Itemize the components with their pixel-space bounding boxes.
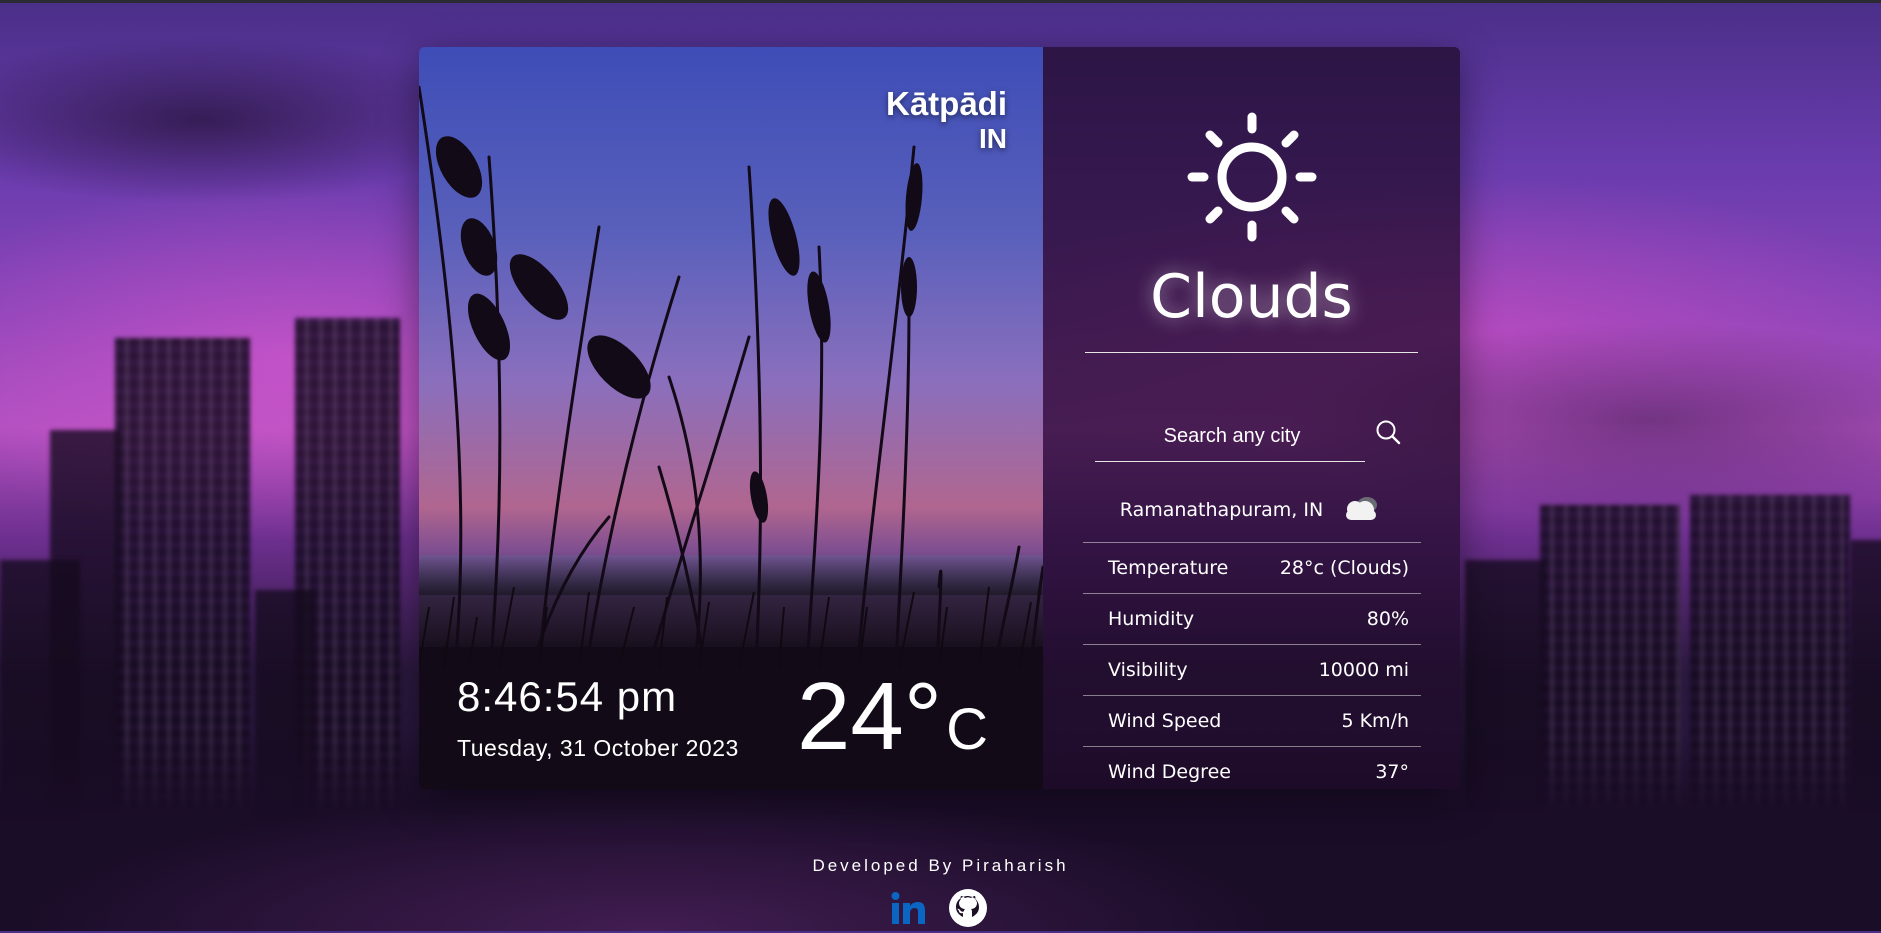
- result-location-label: Ramanathapuram, IN: [1119, 499, 1324, 521]
- detail-value: 37°: [1375, 761, 1409, 783]
- search-result-location: Ramanathapuram, IN: [1043, 493, 1460, 528]
- developer-credit: Developed By Piraharish: [812, 856, 1069, 875]
- weather-condition: Clouds: [1150, 262, 1353, 332]
- detail-row-temperature: Temperature 28°c (Clouds): [1083, 542, 1421, 593]
- sun-icon: [1187, 112, 1317, 242]
- search-icon[interactable]: [1373, 417, 1403, 447]
- browser-top-border: [0, 0, 1881, 3]
- current-temperature: 24°C: [797, 669, 988, 765]
- detail-row-wind-degree: Wind Degree 37°: [1083, 746, 1421, 789]
- city-header: Kātpādi IN: [886, 85, 1007, 155]
- city-name: Kātpādi: [885, 85, 1007, 122]
- detail-row-humidity: Humidity 80%: [1083, 593, 1421, 644]
- detail-value: 80%: [1366, 608, 1409, 630]
- detail-label: Temperature: [1108, 557, 1229, 579]
- current-time: 8:46:54 pm: [457, 673, 678, 720]
- cloud-icon: [1337, 493, 1383, 528]
- social-links: [888, 888, 988, 933]
- detail-label: Visibility: [1108, 659, 1188, 681]
- weather-card: Kātpādi IN 8:46:54 pm Tuesday, 31 Octobe…: [419, 47, 1460, 789]
- detail-label: Wind Speed: [1108, 710, 1222, 732]
- detail-label: Humidity: [1108, 608, 1195, 630]
- detail-value: 5 Km/h: [1341, 710, 1409, 732]
- detail-row-wind-speed: Wind Speed 5 Km/h: [1083, 695, 1421, 746]
- detail-value: 28°c (Clouds): [1279, 557, 1409, 579]
- weather-details-list: Temperature 28°c (Clouds) Humidity 80% V…: [1083, 542, 1421, 789]
- linkedin-link[interactable]: [888, 888, 928, 933]
- github-icon[interactable]: [948, 888, 988, 928]
- current-date: Tuesday, 31 October 2023: [457, 735, 739, 761]
- search-input[interactable]: [1095, 415, 1369, 457]
- detail-label: Wind Degree: [1108, 761, 1231, 783]
- github-link[interactable]: [948, 888, 988, 933]
- search-button[interactable]: [1373, 417, 1403, 447]
- temperature-unit: C: [946, 697, 989, 762]
- city-photo-panel: Kātpādi IN 8:46:54 pm Tuesday, 31 Octobe…: [419, 47, 1043, 789]
- linkedin-icon[interactable]: [888, 888, 928, 928]
- divider: [1085, 352, 1418, 353]
- city-search-box: [1095, 407, 1369, 462]
- forecast-panel: Clouds Ramanathapuram, IN: [1043, 47, 1460, 789]
- detail-row-visibility: Visibility 10000 mi: [1083, 644, 1421, 695]
- temperature-value: 24°: [797, 663, 943, 770]
- country-code: IN: [979, 123, 1007, 154]
- detail-value: 10000 mi: [1318, 659, 1409, 681]
